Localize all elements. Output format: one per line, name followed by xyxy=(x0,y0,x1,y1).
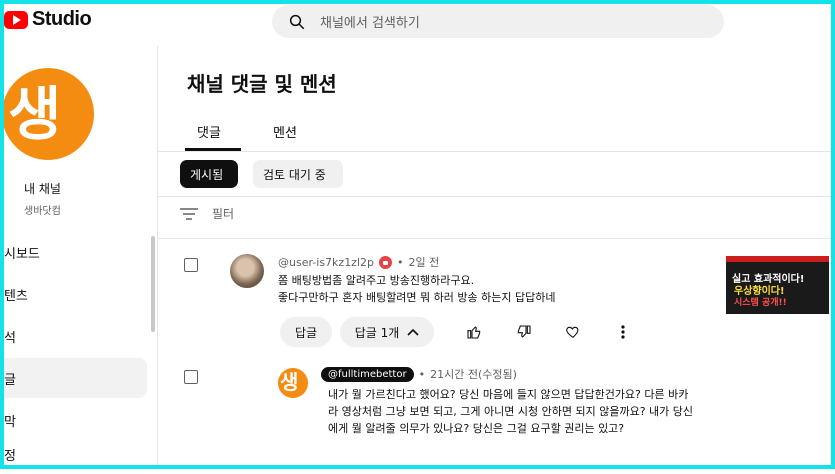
heart-icon xyxy=(566,326,579,339)
reply-time: 21시간 전(수정됨) xyxy=(430,368,517,381)
search-input[interactable]: 채널에서 검색하기 xyxy=(272,5,724,38)
like-button[interactable] xyxy=(459,317,489,347)
sidebar-item-comments[interactable]: 댓글 xyxy=(0,358,147,398)
sidebar: 생 내 채널 생바닷컴 시보드 콘텐츠 분석 댓글 자막 설정 xyxy=(0,46,158,469)
studio-logo[interactable]: Studio xyxy=(4,8,92,31)
chip-published[interactable]: 게시됨 xyxy=(180,160,238,188)
tabs-divider xyxy=(158,151,835,152)
youtube-play-icon xyxy=(4,10,28,29)
comment-line: 좋다구만하구 혼자 배팅할려면 뭐 하러 방송 하는지 답답하네 xyxy=(278,291,556,304)
reply-line: 에게 뭘 알려줄 의무가 있나요? 당신은 그걸 요구할 권리는 있고? xyxy=(328,422,625,435)
reply-checkbox[interactable] xyxy=(184,370,198,384)
sidebar-item-label: 분석 xyxy=(0,330,16,346)
filter-icon xyxy=(180,207,198,220)
channel-name: 생바닷컴 xyxy=(24,206,61,217)
reply-button[interactable]: 답글 xyxy=(280,317,332,347)
heart-button[interactable] xyxy=(558,317,588,347)
chip-held-for-review[interactable]: 검토 대기 중 xyxy=(253,160,343,188)
thumbnail-text: 시스템 공개!! xyxy=(734,298,787,308)
chevron-up-icon xyxy=(407,328,419,336)
search-placeholder: 채널에서 검색하기 xyxy=(320,16,420,31)
sidebar-item-label: 콘텐츠 xyxy=(0,288,28,304)
comment-time: 2일 전 xyxy=(408,256,440,269)
more-options-button[interactable] xyxy=(608,317,638,347)
video-thumbnail[interactable]: 실고 효과적이다! 우상향이다! 시스템 공개!! xyxy=(726,256,829,314)
separator-dot: • xyxy=(418,367,426,381)
sidebar-item-analytics[interactable]: 분석 xyxy=(0,316,147,356)
thumbs-down-icon xyxy=(517,325,531,338)
channel-owner-badge[interactable]: @fulltimebettor xyxy=(321,366,414,382)
channel-title: 내 채널 xyxy=(24,182,61,196)
tab-mentions[interactable]: 멘션 xyxy=(273,122,297,141)
replies-count: 답글 1개 xyxy=(354,325,400,340)
sidebar-item-label: 시보드 xyxy=(4,246,40,262)
divider xyxy=(158,196,835,197)
tab-comments[interactable]: 댓글 xyxy=(197,122,221,141)
divider xyxy=(158,238,835,239)
sidebar-item-content[interactable]: 콘텐츠 xyxy=(0,274,147,314)
replies-toggle-button[interactable]: 답글 1개 xyxy=(340,317,434,347)
avatar-glyph: 생 xyxy=(8,80,62,148)
reply-line: 라 영상처럼 그냥 보면 되고, 그게 아니면 시청 안하면 되지 않을까요? … xyxy=(328,405,694,418)
logo-text: Studio xyxy=(32,8,92,30)
comment-author[interactable]: @user-is7kz1zl2p xyxy=(278,256,374,269)
main-content: 채널 댓글 및 멘션 댓글 멘션 게시됨 검토 대기 중 필터 @user-is… xyxy=(158,46,835,469)
channel-avatar[interactable]: 생 xyxy=(2,68,94,160)
sidebar-item-dashboard[interactable]: 시보드 xyxy=(0,232,147,272)
more-vert-icon xyxy=(621,325,625,339)
comment-text: 쫌 배팅방법좀 알려주고 방송진행하라구요. 좋다구만하구 혼자 배팅할려면 뭐… xyxy=(278,272,555,306)
sidebar-scrollbar[interactable] xyxy=(151,236,155,332)
sidebar-item-label: 댓글 xyxy=(0,372,16,388)
replier-avatar[interactable]: 생 xyxy=(278,368,308,398)
reply-text: 내가 뭘 가르친다고 했어요? 당신 마음에 들지 않으면 답답한건가요? 다른… xyxy=(328,386,693,437)
separator-dot: • xyxy=(397,255,404,269)
filter-label: 필터 xyxy=(212,207,235,221)
top-bar: Studio 채널에서 검색하기 xyxy=(0,0,835,46)
dislike-button[interactable] xyxy=(509,317,539,347)
comment-meta: @user-is7kz1zl2p • 2일 전 xyxy=(278,254,439,270)
filter-bar[interactable]: 필터 xyxy=(180,205,234,222)
sidebar-item-label: 설정 xyxy=(0,448,16,464)
page-title: 채널 댓글 및 멘션 xyxy=(187,72,337,96)
reply-meta: @fulltimebettor • 21시간 전(수정됨) xyxy=(321,366,517,382)
lock-icon xyxy=(379,255,392,269)
comment-line: 쫌 배팅방법좀 알려주고 방송진행하라구요. xyxy=(278,274,475,287)
avatar-glyph: 생 xyxy=(280,370,299,394)
thumbs-up-icon xyxy=(467,326,481,339)
sidebar-item-label: 자막 xyxy=(0,414,16,430)
sidebar-item-settings[interactable]: 설정 xyxy=(0,434,147,474)
commenter-avatar[interactable] xyxy=(230,254,264,288)
thumbnail-banner xyxy=(726,256,829,262)
comment-checkbox[interactable] xyxy=(184,258,198,272)
reply-line: 내가 뭘 가르친다고 했어요? 당신 마음에 들지 않으면 답답한건가요? 다른… xyxy=(328,388,689,401)
search-icon xyxy=(289,14,305,29)
